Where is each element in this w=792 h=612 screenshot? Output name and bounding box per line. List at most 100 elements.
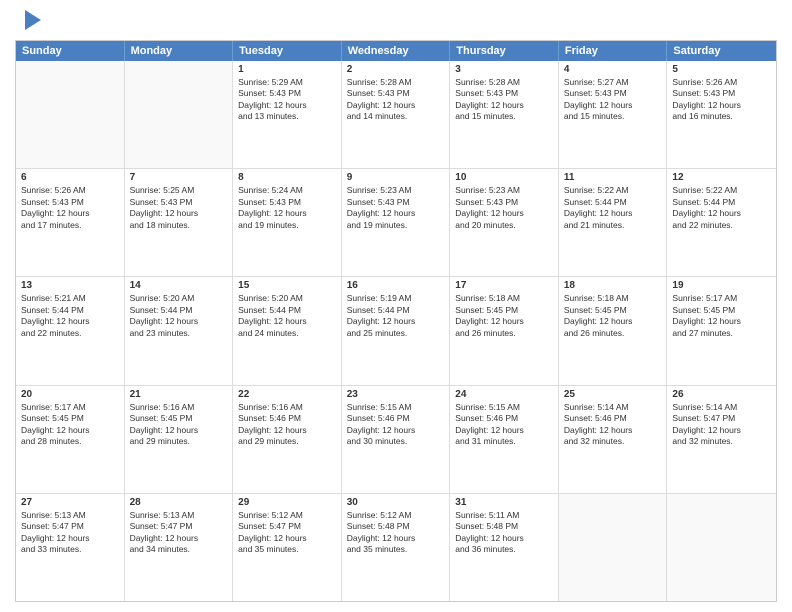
daylight-text: Daylight: 12 hours <box>564 425 662 436</box>
daylight-text: Daylight: 12 hours <box>347 208 445 219</box>
cal-cell: 6Sunrise: 5:26 AMSunset: 5:43 PMDaylight… <box>16 169 125 276</box>
cal-cell: 11Sunrise: 5:22 AMSunset: 5:44 PMDayligh… <box>559 169 668 276</box>
week-3: 13Sunrise: 5:21 AMSunset: 5:44 PMDayligh… <box>16 277 776 385</box>
sunset-text: Sunset: 5:43 PM <box>672 88 771 99</box>
sunrise-text: Sunrise: 5:28 AM <box>455 77 553 88</box>
daylight-text: Daylight: 12 hours <box>672 316 771 327</box>
day-number: 27 <box>21 497 119 508</box>
sunset-text: Sunset: 5:45 PM <box>672 305 771 316</box>
day-number: 24 <box>455 389 553 400</box>
cal-cell <box>16 61 125 168</box>
sunset-text: Sunset: 5:43 PM <box>347 88 445 99</box>
cal-cell: 25Sunrise: 5:14 AMSunset: 5:46 PMDayligh… <box>559 386 668 493</box>
sunrise-text: Sunrise: 5:17 AM <box>672 293 771 304</box>
sunrise-text: Sunrise: 5:20 AM <box>130 293 228 304</box>
cal-cell <box>559 494 668 601</box>
sunset-text: Sunset: 5:45 PM <box>564 305 662 316</box>
day-number: 22 <box>238 389 336 400</box>
header-day-wednesday: Wednesday <box>342 41 451 61</box>
day-number: 3 <box>455 64 553 75</box>
sunset-text: Sunset: 5:44 PM <box>564 197 662 208</box>
day-number: 1 <box>238 64 336 75</box>
day-number: 29 <box>238 497 336 508</box>
daylight-text: Daylight: 12 hours <box>564 208 662 219</box>
daylight-minutes-text: and 22 minutes. <box>21 328 119 339</box>
sunrise-text: Sunrise: 5:12 AM <box>238 510 336 521</box>
cal-cell <box>667 494 776 601</box>
header-day-thursday: Thursday <box>450 41 559 61</box>
day-number: 23 <box>347 389 445 400</box>
week-2: 6Sunrise: 5:26 AMSunset: 5:43 PMDaylight… <box>16 169 776 277</box>
daylight-minutes-text: and 35 minutes. <box>347 544 445 555</box>
sunset-text: Sunset: 5:43 PM <box>130 197 228 208</box>
sunrise-text: Sunrise: 5:26 AM <box>672 77 771 88</box>
sunrise-text: Sunrise: 5:15 AM <box>347 402 445 413</box>
header-day-saturday: Saturday <box>667 41 776 61</box>
daylight-minutes-text: and 23 minutes. <box>130 328 228 339</box>
header <box>15 10 777 34</box>
sunrise-text: Sunrise: 5:13 AM <box>130 510 228 521</box>
cal-cell: 8Sunrise: 5:24 AMSunset: 5:43 PMDaylight… <box>233 169 342 276</box>
daylight-text: Daylight: 12 hours <box>21 208 119 219</box>
cal-cell: 31Sunrise: 5:11 AMSunset: 5:48 PMDayligh… <box>450 494 559 601</box>
daylight-text: Daylight: 12 hours <box>672 208 771 219</box>
daylight-text: Daylight: 12 hours <box>564 100 662 111</box>
day-number: 21 <box>130 389 228 400</box>
daylight-minutes-text: and 20 minutes. <box>455 220 553 231</box>
cal-cell: 12Sunrise: 5:22 AMSunset: 5:44 PMDayligh… <box>667 169 776 276</box>
sunset-text: Sunset: 5:48 PM <box>455 521 553 532</box>
daylight-minutes-text: and 29 minutes. <box>238 436 336 447</box>
cal-cell: 22Sunrise: 5:16 AMSunset: 5:46 PMDayligh… <box>233 386 342 493</box>
day-number: 20 <box>21 389 119 400</box>
sunset-text: Sunset: 5:46 PM <box>564 413 662 424</box>
daylight-text: Daylight: 12 hours <box>238 100 336 111</box>
daylight-text: Daylight: 12 hours <box>455 208 553 219</box>
daylight-minutes-text: and 25 minutes. <box>347 328 445 339</box>
sunrise-text: Sunrise: 5:11 AM <box>455 510 553 521</box>
cal-cell: 24Sunrise: 5:15 AMSunset: 5:46 PMDayligh… <box>450 386 559 493</box>
daylight-text: Daylight: 12 hours <box>564 316 662 327</box>
daylight-minutes-text: and 26 minutes. <box>455 328 553 339</box>
daylight-minutes-text: and 15 minutes. <box>455 111 553 122</box>
sunrise-text: Sunrise: 5:14 AM <box>672 402 771 413</box>
sunrise-text: Sunrise: 5:25 AM <box>130 185 228 196</box>
sunrise-text: Sunrise: 5:19 AM <box>347 293 445 304</box>
day-number: 9 <box>347 172 445 183</box>
cal-cell: 3Sunrise: 5:28 AMSunset: 5:43 PMDaylight… <box>450 61 559 168</box>
day-number: 16 <box>347 280 445 291</box>
cal-cell: 17Sunrise: 5:18 AMSunset: 5:45 PMDayligh… <box>450 277 559 384</box>
cal-cell: 20Sunrise: 5:17 AMSunset: 5:45 PMDayligh… <box>16 386 125 493</box>
daylight-text: Daylight: 12 hours <box>347 100 445 111</box>
daylight-text: Daylight: 12 hours <box>347 316 445 327</box>
calendar: SundayMondayTuesdayWednesdayThursdayFrid… <box>15 40 777 602</box>
cal-cell: 9Sunrise: 5:23 AMSunset: 5:43 PMDaylight… <box>342 169 451 276</box>
header-day-tuesday: Tuesday <box>233 41 342 61</box>
cal-cell: 18Sunrise: 5:18 AMSunset: 5:45 PMDayligh… <box>559 277 668 384</box>
sunrise-text: Sunrise: 5:22 AM <box>672 185 771 196</box>
daylight-text: Daylight: 12 hours <box>347 425 445 436</box>
cal-cell: 1Sunrise: 5:29 AMSunset: 5:43 PMDaylight… <box>233 61 342 168</box>
sunset-text: Sunset: 5:43 PM <box>455 88 553 99</box>
sunset-text: Sunset: 5:47 PM <box>238 521 336 532</box>
sunset-text: Sunset: 5:43 PM <box>238 197 336 208</box>
day-number: 11 <box>564 172 662 183</box>
daylight-minutes-text: and 19 minutes. <box>347 220 445 231</box>
sunrise-text: Sunrise: 5:18 AM <box>564 293 662 304</box>
day-number: 10 <box>455 172 553 183</box>
daylight-minutes-text: and 15 minutes. <box>564 111 662 122</box>
daylight-minutes-text: and 30 minutes. <box>347 436 445 447</box>
day-number: 15 <box>238 280 336 291</box>
day-number: 17 <box>455 280 553 291</box>
day-number: 30 <box>347 497 445 508</box>
calendar-body: 1Sunrise: 5:29 AMSunset: 5:43 PMDaylight… <box>16 61 776 601</box>
daylight-minutes-text: and 17 minutes. <box>21 220 119 231</box>
daylight-minutes-text: and 34 minutes. <box>130 544 228 555</box>
sunrise-text: Sunrise: 5:29 AM <box>238 77 336 88</box>
daylight-text: Daylight: 12 hours <box>21 316 119 327</box>
day-number: 12 <box>672 172 771 183</box>
day-number: 14 <box>130 280 228 291</box>
daylight-text: Daylight: 12 hours <box>347 533 445 544</box>
week-1: 1Sunrise: 5:29 AMSunset: 5:43 PMDaylight… <box>16 61 776 169</box>
cal-cell: 27Sunrise: 5:13 AMSunset: 5:47 PMDayligh… <box>16 494 125 601</box>
sunset-text: Sunset: 5:44 PM <box>238 305 336 316</box>
